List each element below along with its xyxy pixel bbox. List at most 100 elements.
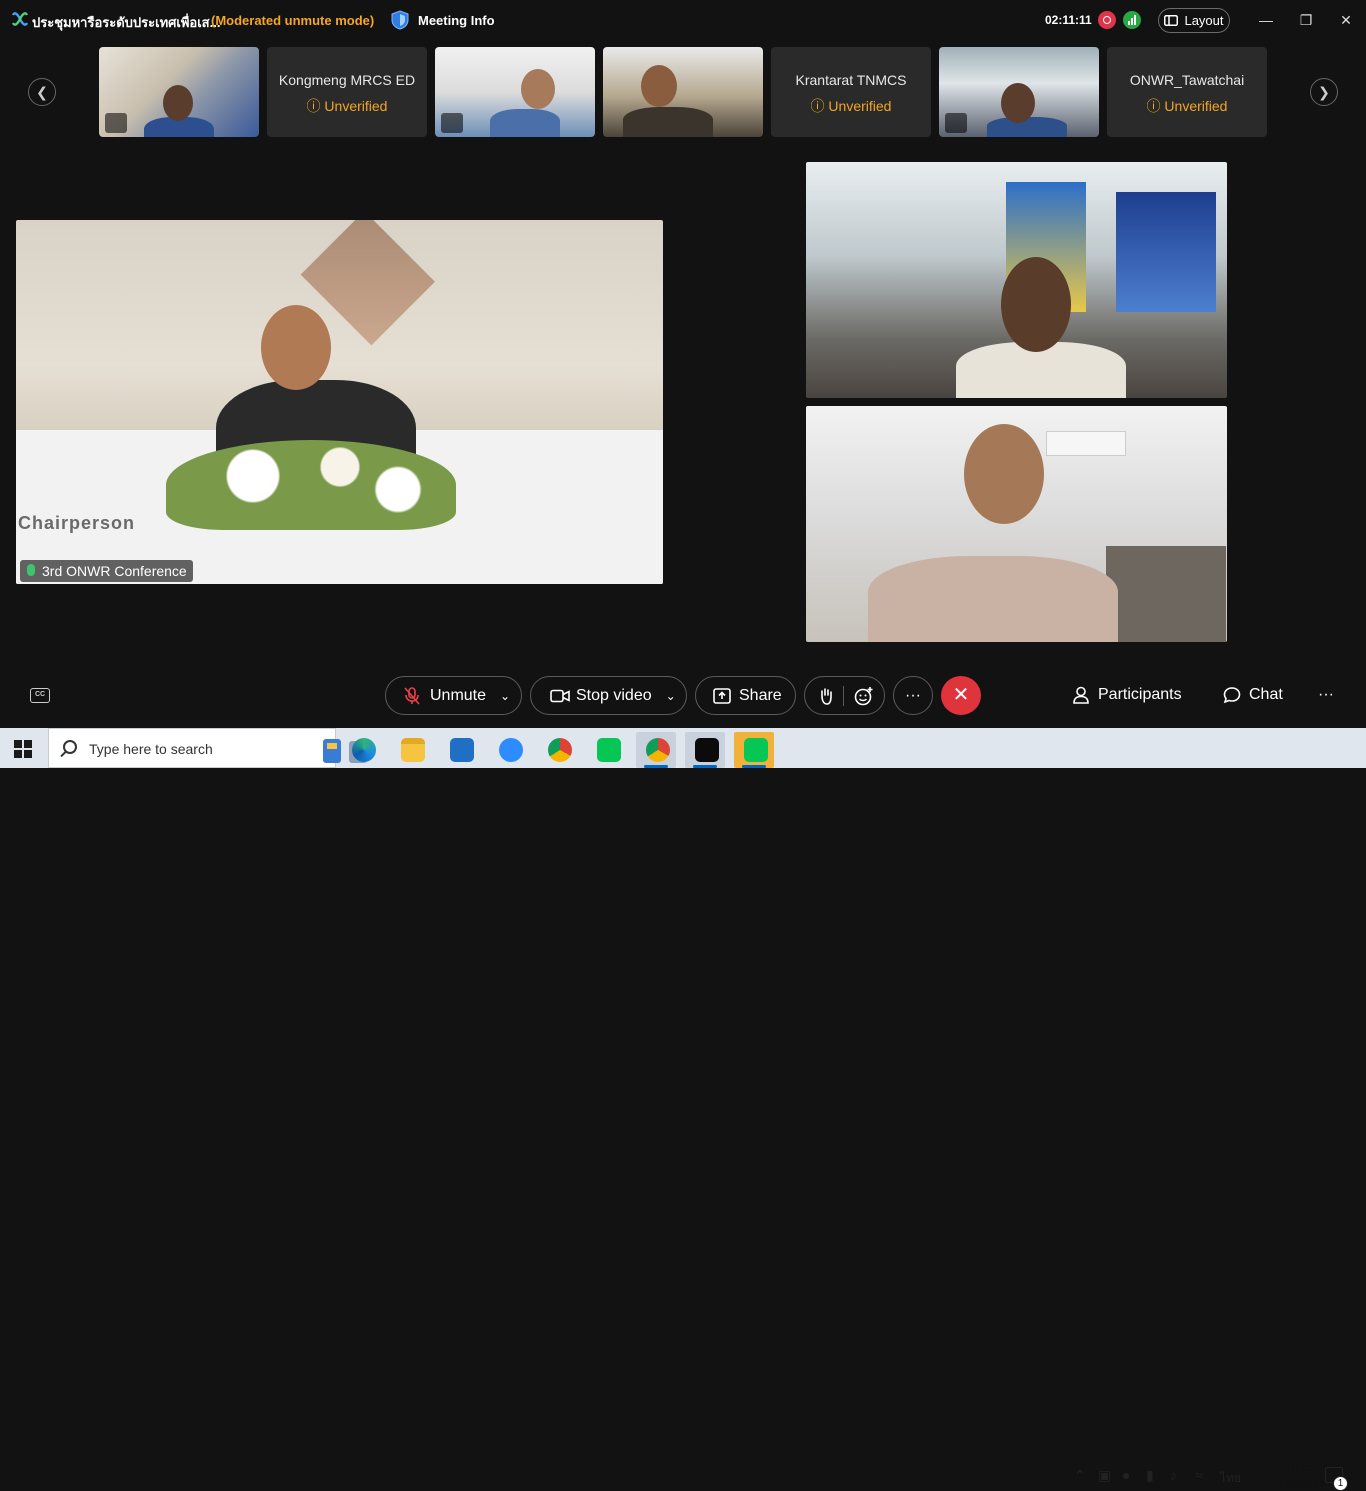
taskbar-edge[interactable]: [342, 732, 382, 768]
participant-thumbnail-1[interactable]: [99, 47, 259, 137]
line-app-icon: [597, 738, 621, 762]
taskbar-mail[interactable]: [440, 732, 480, 768]
chat-button[interactable]: Chat: [1223, 686, 1283, 704]
air-conditioner: [1046, 431, 1126, 456]
chairperson-sign: Chairperson: [18, 513, 136, 533]
emoji-reaction-icon[interactable]: [854, 686, 874, 706]
meeting-info-button[interactable]: Meeting Info: [418, 13, 495, 28]
clock-time: 10:35: [1284, 1460, 1316, 1474]
moderated-mode-label: (Moderated unmute mode): [211, 13, 375, 28]
tray-volume-icon[interactable]: ♪: [1170, 1467, 1177, 1483]
participant-name: Krantarat TNMCS: [795, 72, 907, 88]
poster-banner: [1116, 192, 1216, 312]
mic-active-icon: [27, 564, 35, 576]
strip-next-arrow-icon[interactable]: ❯: [1310, 78, 1338, 106]
unmute-control[interactable]: Unmute ⌄: [385, 676, 522, 715]
participant-name: Kongmeng MRCS ED: [278, 72, 416, 88]
chrome-icon: [646, 738, 670, 762]
tray-microphone-icon[interactable]: ●: [1122, 1467, 1130, 1483]
participant-head: [641, 65, 677, 107]
webex-icon: [695, 738, 719, 762]
line-app-icon: [744, 738, 768, 762]
participant-thumbnail-3[interactable]: [435, 47, 595, 137]
taskbar-file-explorer[interactable]: [391, 732, 431, 768]
windows-taskbar: Type here to search ⌃ ▣ ● ▮ ♪ ≈ ไทย 10:3…: [0, 728, 1366, 1491]
webex-logo-icon: [12, 12, 28, 26]
recording-icon[interactable]: [1098, 11, 1116, 29]
search-placeholder: Type here to search: [89, 741, 213, 757]
system-clock[interactable]: 10:35 7/12/2566: [1270, 1459, 1330, 1491]
shield-icon[interactable]: [391, 10, 409, 30]
speaker-label: 3rd ONWR Conference: [20, 560, 193, 582]
muted-mic-icon: [105, 113, 127, 133]
layout-label: Layout: [1184, 13, 1224, 28]
windows-start-icon[interactable]: [14, 740, 32, 758]
participants-label: Participants: [1098, 686, 1182, 703]
tray-battery-icon[interactable]: ▮: [1146, 1467, 1154, 1484]
participants-button[interactable]: Participants: [1072, 686, 1182, 704]
participant-head: [1001, 257, 1071, 352]
strip-prev-arrow-icon[interactable]: ❮: [28, 78, 56, 106]
taskbar-search-box[interactable]: Type here to search: [48, 728, 367, 768]
taskbar-webex[interactable]: [685, 732, 725, 768]
mail-icon: [450, 738, 474, 762]
chat-label: Chat: [1249, 686, 1283, 703]
video-camera-icon: [550, 689, 570, 702]
participant-thumbnail-7[interactable]: ONWR_Tawatchai ⓘ Unverified: [1107, 47, 1267, 137]
layout-button[interactable]: Layout: [1158, 8, 1230, 33]
end-call-button[interactable]: ✕: [941, 676, 981, 715]
close-icon: ✕: [952, 684, 970, 706]
participant-video-right-top[interactable]: [806, 162, 1227, 398]
participant-thumbnail-2[interactable]: Kongmeng MRCS ED ⓘ Unverified: [267, 47, 427, 137]
participant-figure: [868, 556, 1118, 642]
tray-device-icon[interactable]: ▣: [1098, 1467, 1111, 1484]
close-icon[interactable]: ✕: [1336, 10, 1356, 30]
participant-figure: [490, 109, 560, 137]
chevron-down-icon[interactable]: ⌄: [500, 689, 510, 703]
tray-overflow-chevron-icon[interactable]: ⌃: [1074, 1467, 1086, 1484]
active-speaker-video[interactable]: Chairperson 3rd ONWR Conference: [16, 220, 663, 584]
chevron-down-icon[interactable]: ⌄: [666, 689, 676, 703]
participant-thumbnail-5[interactable]: Krantarat TNMCS ⓘ Unverified: [771, 47, 931, 137]
reactions-control[interactable]: [804, 676, 885, 715]
unmute-label: Unmute: [430, 686, 487, 704]
participant-thumbnail-4[interactable]: [603, 47, 763, 137]
share-button[interactable]: Share: [695, 676, 796, 715]
webex-meeting-window: ประชุมหารือระดับประเทศเพื่อเส... (Modera…: [0, 0, 1366, 728]
muted-mic-icon: [945, 113, 967, 133]
participant-video-right-bottom[interactable]: [806, 406, 1227, 642]
minimize-icon[interactable]: —: [1256, 10, 1276, 30]
muted-mic-icon: [777, 113, 799, 133]
clock-date: 7/12/2566: [1273, 1476, 1327, 1490]
search-icon: [63, 740, 77, 754]
folder-icon: [401, 738, 425, 762]
closed-captions-button[interactable]: CC: [30, 688, 50, 703]
muted-mic-icon: [441, 113, 463, 133]
input-language[interactable]: ไทย: [1220, 1469, 1241, 1488]
overflow-menu-button[interactable]: ···: [1318, 686, 1334, 704]
participants-icon: [1073, 686, 1089, 704]
more-label: ···: [905, 686, 921, 704]
taskbar-line-active[interactable]: [734, 732, 774, 768]
share-screen-icon: [713, 687, 731, 704]
taskbar-chrome[interactable]: [538, 732, 578, 768]
taskbar-chrome-profile[interactable]: [636, 732, 676, 768]
overflow-label: ···: [1318, 686, 1334, 703]
participant-name: ONWR_Tawatchai: [1129, 72, 1245, 88]
chat-bubble-icon: [1223, 687, 1241, 704]
participant-thumbnail-6[interactable]: [939, 47, 1099, 137]
stop-video-control[interactable]: Stop video ⌄: [530, 676, 687, 715]
meeting-title: ประชุมหารือระดับประเทศเพื่อเส...: [32, 15, 221, 30]
network-signal-icon[interactable]: [1123, 11, 1141, 29]
layout-icon: [1164, 15, 1179, 26]
tray-wifi-icon[interactable]: ≈: [1195, 1467, 1203, 1483]
restore-icon[interactable]: ❐: [1296, 10, 1316, 30]
raise-hand-icon[interactable]: [818, 687, 834, 705]
taskbar-line[interactable]: [587, 732, 627, 768]
title-bar: ประชุมหารือระดับประเทศเพื่อเส... (Modera…: [0, 0, 1366, 40]
more-options-button[interactable]: ···: [893, 676, 933, 715]
chairperson-head: [261, 305, 331, 390]
shelf: [1106, 546, 1226, 642]
participant-head: [521, 69, 555, 109]
taskbar-zoom[interactable]: [489, 732, 529, 768]
